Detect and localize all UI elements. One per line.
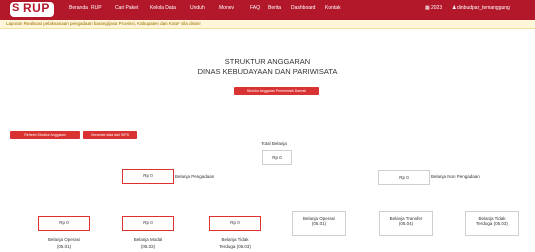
nav-monev[interactable]: Monev	[219, 5, 234, 11]
logo-text: RUP	[23, 1, 50, 15]
rup-logo[interactable]: S RUP	[10, 1, 54, 17]
tidak-terduga-value-box: Rp 0	[209, 216, 261, 231]
tidak-terduga-code: Terduga (05.03)	[219, 244, 251, 249]
operasi-value-box: Rp 0	[38, 216, 90, 231]
pengadaan-label: Belanja Pengadaan	[175, 174, 215, 179]
refresh-structure-button[interactable]: Refresh Struktur Anggaran	[10, 131, 80, 139]
pengadaan-value-box: Rp 0	[122, 169, 174, 184]
nav-berita[interactable]: Berita	[268, 5, 281, 11]
nav-faq[interactable]: FAQ	[250, 5, 260, 11]
tidak-terduga-label: Belanja Tidak	[221, 237, 249, 242]
modal-value-box: Rp 0	[122, 216, 174, 231]
modal-code: (05.02)	[140, 244, 156, 249]
operasi-label: Belanja Operasi	[47, 237, 81, 242]
year-selector[interactable]: 2023	[431, 5, 442, 11]
nav-beranda[interactable]: Beranda	[69, 5, 88, 11]
non-pengadaan-label: Belanja Non Pengadaan	[431, 174, 480, 179]
nav-kontak[interactable]: Kontak	[325, 5, 341, 11]
transfer-box: Belanja Transfer (05.04)	[379, 211, 433, 236]
nav-rup[interactable]: RUP	[91, 5, 102, 11]
top-navbar: S RUP Beranda RUP Cari Paket Kelola Data…	[0, 0, 535, 20]
total-value-box: Rp 0	[262, 150, 292, 165]
operasi-code: (05.01)	[56, 244, 72, 249]
non-pengadaan-value-box: Rp 0	[378, 170, 430, 185]
modal-label: Belanja Modal	[133, 237, 163, 242]
page-title: STRUKTUR ANGGARAN	[224, 57, 311, 66]
operasi-non-box: Belanja Operasi (05.01)	[292, 211, 346, 236]
page-subtitle: DINAS KEBUDAYAAN DAN PARIWISATA	[197, 67, 338, 76]
structure-button[interactable]: Struktur Anggaran Pemerintah Daerah	[234, 87, 319, 95]
tidak-terduga-non-box: Belanja Tidak Terduga (05.03)	[465, 211, 519, 236]
tidak-terduga-non-code: Terduga (05.03)	[476, 221, 508, 226]
nav-unduh[interactable]: Unduh	[190, 5, 205, 11]
transfer-code: (05.04)	[398, 221, 414, 226]
user-menu[interactable]: dinbudpar_temanggung	[457, 5, 510, 11]
logo-s-icon: S	[12, 2, 20, 14]
operasi-non-code: (05.01)	[311, 221, 327, 226]
total-label: Total Belanja	[261, 141, 287, 146]
calendar-icon: ▦	[425, 5, 430, 11]
info-alert: Laporan Realisasi pelaksanaan pengadaan …	[0, 20, 535, 29]
generate-sipd-button[interactable]: Generate data dari SIPD	[83, 131, 137, 139]
nav-cari-paket[interactable]: Cari Paket	[115, 5, 138, 11]
nav-dashboard[interactable]: Dashboard	[291, 5, 315, 11]
alert-text[interactable]: Laporan Realisasi pelaksanaan pengadaan …	[6, 21, 201, 26]
nav-kelola-data[interactable]: Kelola Data	[150, 5, 176, 11]
user-icon: ♟	[452, 5, 457, 11]
